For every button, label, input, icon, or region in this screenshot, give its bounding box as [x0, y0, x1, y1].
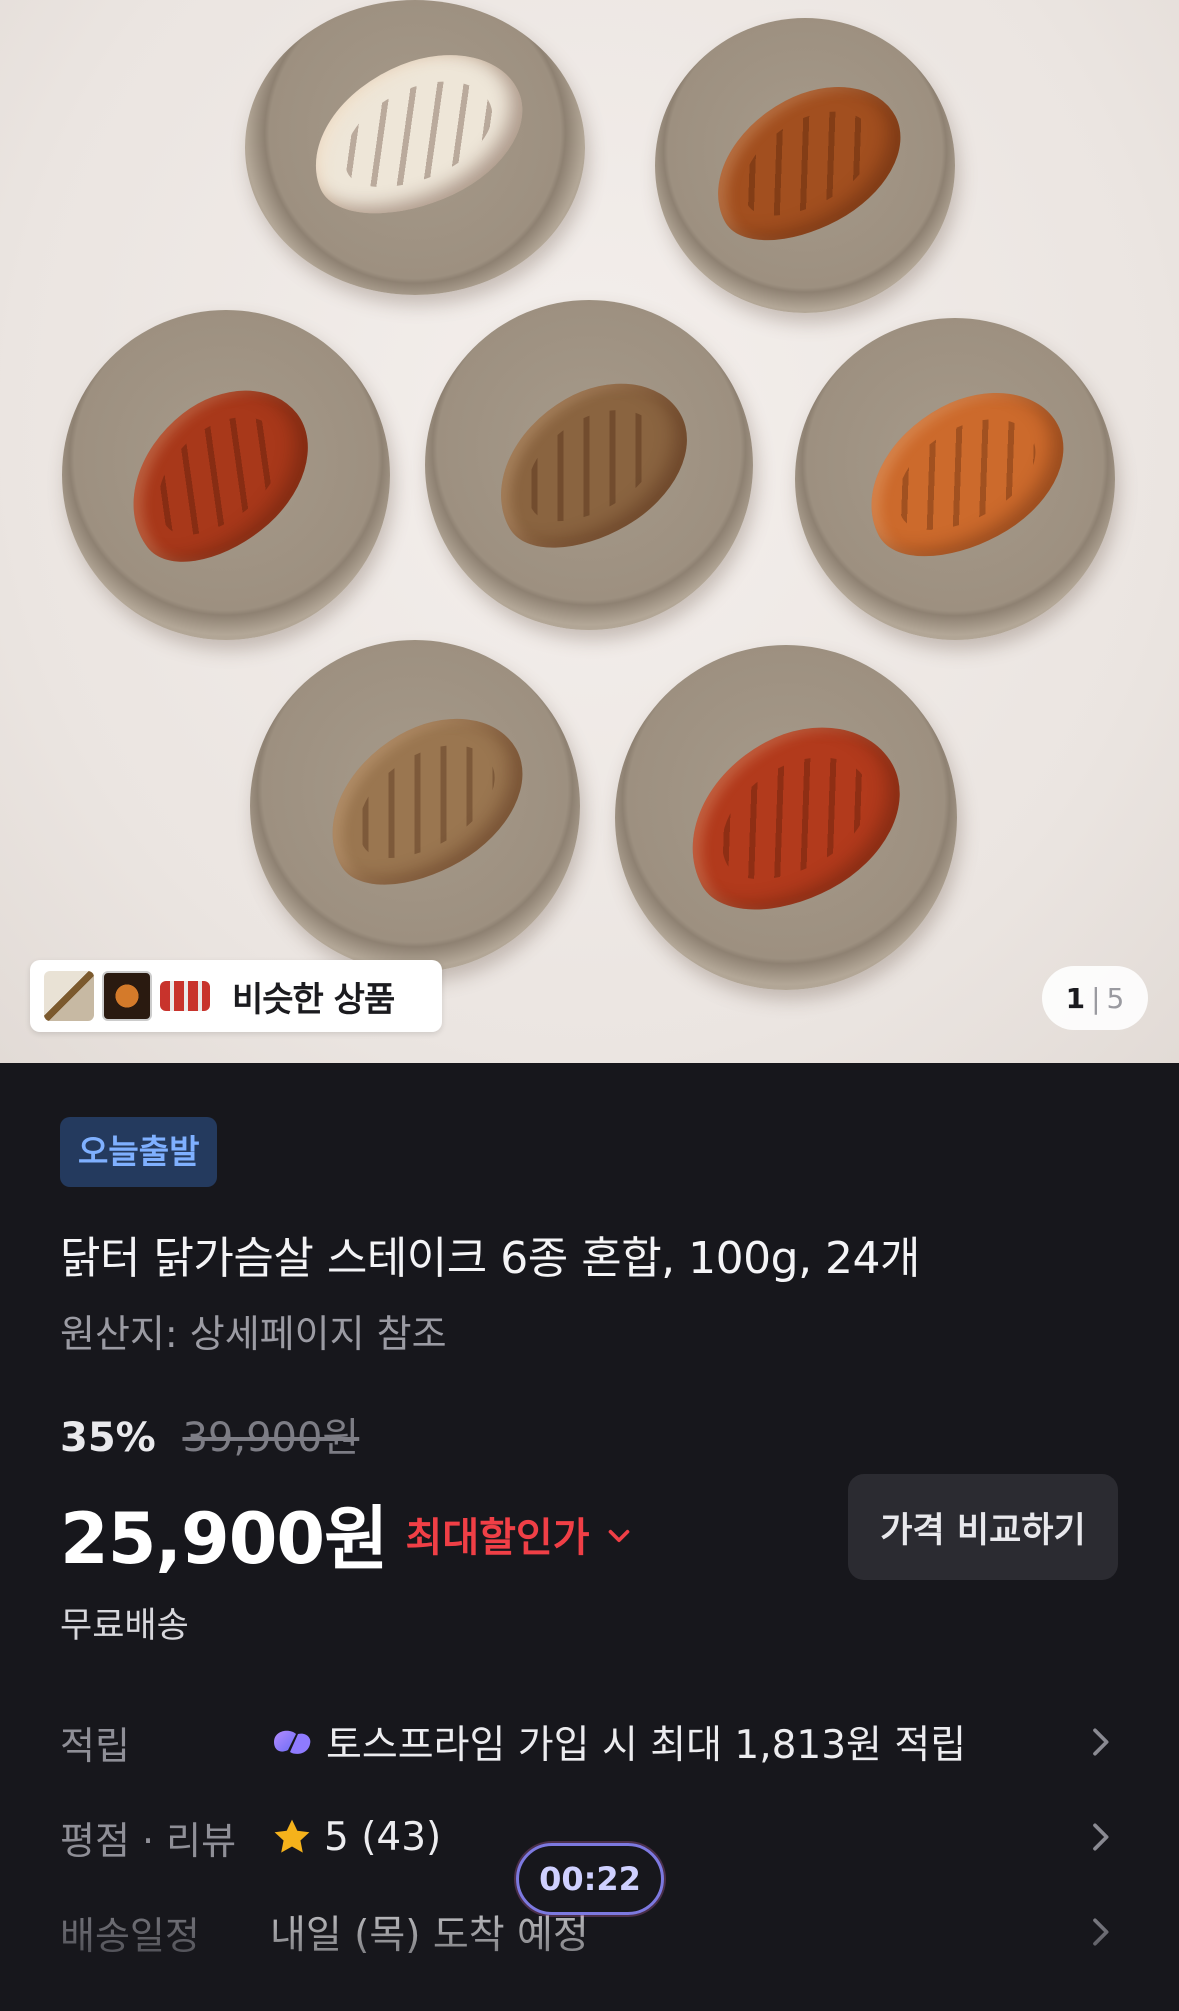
similar-product-thumbnail [44, 971, 94, 1021]
product-photo-plate [655, 18, 955, 313]
delivery-value: 내일 (목) 도착 예정 [270, 1913, 589, 1958]
chicken-breast-spicy [96, 358, 340, 592]
chicken-breast-plain [288, 27, 546, 240]
pager-total: 5 [1106, 981, 1125, 1015]
star-icon [274, 1819, 310, 1853]
chicken-breast-garlic [299, 687, 551, 915]
product-photo-plate [62, 310, 390, 640]
chevron-right-icon [1093, 1918, 1109, 1946]
chevron-right-icon [1093, 1728, 1109, 1756]
chevron-right-icon [1093, 1823, 1109, 1851]
image-pager: 1 | 5 [1042, 966, 1148, 1030]
product-title: 닭터 닭가슴살 스테이크 6종 혼합, 100g, 24개 [60, 1233, 921, 1284]
rating-text: 5 (43) [324, 1814, 442, 1860]
product-photo-plate [425, 300, 753, 630]
product-photo-plate [250, 640, 580, 972]
discount-rate: 35% [60, 1415, 156, 1461]
chicken-breast-sauce [688, 58, 926, 267]
product-image-gallery[interactable]: 비슷한 상품 1 | 5 [0, 0, 1179, 1063]
original-price: 39,900원 [182, 1415, 360, 1461]
today-dispatch-badge: 오늘출발 [60, 1117, 218, 1187]
reward-value: 토스프라임 가입 시 최대 1,813원 적립 [270, 1714, 1080, 1770]
chicken-breast-orange [839, 362, 1091, 586]
toss-prime-icon [274, 1730, 311, 1754]
chicken-breast-teriyaki [467, 353, 716, 577]
pager-current: 1 [1065, 981, 1086, 1015]
similar-product-thumbnail [160, 981, 210, 1011]
recording-timer[interactable]: 00:22 [516, 1843, 664, 1915]
discount-row: 35% 39,900원 [60, 1405, 359, 1463]
reward-row[interactable]: 적립 토스프라임 가입 시 최대 1,813원 적립 [60, 1707, 1120, 1777]
similar-product-thumbnail [102, 971, 152, 1021]
chevron-down-icon[interactable] [602, 1519, 636, 1553]
reward-label: 적립 [60, 1723, 130, 1768]
pager-separator: | [1091, 981, 1101, 1015]
reward-text: 토스프라임 가입 시 최대 1,813원 적립 [326, 1723, 967, 1768]
product-photo-plate [795, 318, 1115, 640]
similar-products-label: 비슷한 상품 [232, 979, 395, 1020]
compare-prices-button[interactable]: 가격 비교하기 [848, 1474, 1118, 1580]
rating-label: 평점 · 리뷰 [60, 1818, 237, 1863]
max-discount-toggle[interactable]: 최대할인가 [406, 1505, 590, 1563]
product-origin: 원산지: 상세페이지 참조 [60, 1312, 447, 1356]
chicken-breast-bbq [656, 694, 931, 941]
similar-products-button[interactable]: 비슷한 상품 [30, 960, 442, 1032]
product-photo-plate [245, 0, 585, 295]
delivery-label: 배송일정 [60, 1913, 200, 1958]
rating-value: 5 (43) [270, 1815, 1080, 1860]
sale-price: 25,900원 [60, 1498, 389, 1580]
free-shipping-label: 무료배송 [60, 1606, 189, 1646]
price-row: 25,900원 최대할인가 [60, 1483, 636, 1584]
product-photo-plate [615, 645, 957, 990]
